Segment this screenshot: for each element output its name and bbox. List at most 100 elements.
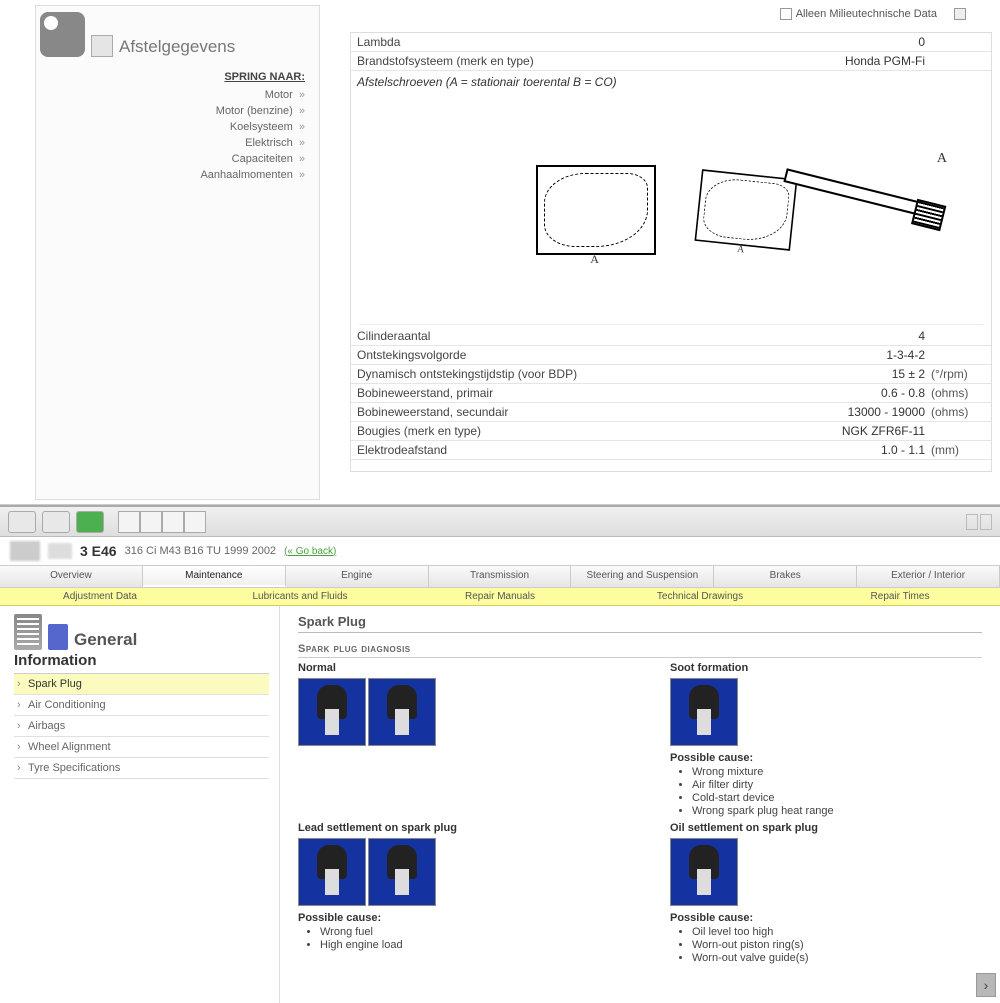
- info-item[interactable]: Spark Plug: [14, 674, 269, 695]
- jump-nav-item[interactable]: Motor (benzine) »: [36, 103, 305, 119]
- diagnosis-subtitle: Lead settlement on spark plug: [298, 822, 610, 834]
- info-item[interactable]: Airbags: [14, 716, 269, 737]
- scroll-down-button[interactable]: ›: [976, 973, 996, 997]
- toolbar-tool-4[interactable]: [184, 511, 206, 533]
- jump-nav-item[interactable]: Elektrisch »: [36, 135, 305, 151]
- spark-plug-image: [368, 678, 436, 746]
- data-label: Dynamisch ontstekingstijdstip (voor BDP): [357, 367, 765, 381]
- go-back-link[interactable]: (« Go back): [284, 546, 336, 557]
- data-unit: (ohms): [925, 405, 985, 419]
- sub-tab[interactable]: Repair Manuals: [400, 588, 600, 605]
- data-label: Ontstekingsvolgorde: [357, 348, 765, 362]
- main-tab[interactable]: Transmission: [429, 566, 572, 587]
- main-tab[interactable]: Maintenance: [143, 566, 286, 587]
- data-unit: [925, 54, 985, 68]
- data-label: Elektrodeafstand: [357, 443, 765, 457]
- cause-item: Cold-start device: [692, 792, 982, 804]
- info-item[interactable]: Air Conditioning: [14, 695, 269, 716]
- data-value: Honda PGM-Fi: [765, 54, 925, 68]
- data-unit: [925, 35, 985, 49]
- toolbar-tool-3[interactable]: [162, 511, 184, 533]
- jump-to-header: SPRING NAAR:: [36, 61, 319, 87]
- info-item[interactable]: Tyre Specifications: [14, 758, 269, 779]
- cause-item: Wrong mixture: [692, 766, 982, 778]
- cause-item: Worn-out valve guide(s): [692, 952, 982, 964]
- data-label: Bobineweerstand, primair: [357, 386, 765, 400]
- data-unit: (ohms): [925, 386, 985, 400]
- sub-tab[interactable]: Adjustment Data: [0, 588, 200, 605]
- data-unit: (mm): [925, 443, 985, 457]
- data-value: 0: [765, 35, 925, 49]
- data-unit: [925, 348, 985, 362]
- cause-item: Wrong fuel: [320, 926, 610, 938]
- content-title: Spark Plug: [298, 614, 982, 633]
- data-value: 4: [765, 329, 925, 343]
- toolbar-home-button[interactable]: [8, 511, 36, 533]
- sub-tab[interactable]: Technical Drawings: [600, 588, 800, 605]
- brand-logo-icon: [10, 541, 40, 561]
- main-tab[interactable]: Brakes: [714, 566, 857, 587]
- jump-nav-item[interactable]: Motor »: [36, 87, 305, 103]
- data-row: Bougies (merk en type)NGK ZFR6F-11: [351, 422, 991, 441]
- data-row: Elektrodeafstand1.0 - 1.1(mm): [351, 441, 991, 460]
- env-only-checkbox[interactable]: [780, 8, 792, 20]
- main-tab[interactable]: Exterior / Interior: [857, 566, 1000, 587]
- flag-icon: [91, 35, 113, 57]
- cause-header: Possible cause:: [298, 912, 610, 924]
- main-tab[interactable]: Overview: [0, 566, 143, 587]
- information-header: Information: [14, 650, 279, 673]
- spark-plug-image: [670, 678, 738, 746]
- data-label: Lambda: [357, 35, 765, 49]
- data-row: Cilinderaantal4: [351, 327, 991, 346]
- brand-name: [48, 543, 72, 559]
- vehicle-breadcrumb: 3 E46 316 Ci M43 B16 TU 1999 2002 (« Go …: [0, 537, 1000, 565]
- top-sidebar: Afstelgegevens SPRING NAAR: Motor »Motor…: [35, 5, 320, 500]
- diagnosis-grid: NormalSoot formationPossible cause:Wrong…: [298, 662, 982, 965]
- data-row: Brandstofsysteem (merk en type)Honda PGM…: [351, 52, 991, 71]
- vehicle-spec: 316 Ci M43 B16 TU 1999 2002: [125, 545, 276, 557]
- data-row: Bobineweerstand, primair0.6 - 0.8(ohms): [351, 384, 991, 403]
- cause-item: Wrong spark plug heat range: [692, 805, 982, 817]
- jump-nav-list: Motor »Motor (benzine) »Koelsysteem »Ele…: [36, 87, 319, 183]
- data-label: Bougies (merk en type): [357, 424, 765, 438]
- data-row: Ontstekingsvolgorde1-3-4-2: [351, 346, 991, 365]
- toolbar: [0, 507, 1000, 537]
- filter-extra-checkbox[interactable]: [954, 8, 966, 20]
- cause-item: Oil level too high: [692, 926, 982, 938]
- toolbar-battery-button[interactable]: [76, 511, 104, 533]
- cause-header: Possible cause:: [670, 912, 982, 924]
- diagram-sketch-bottom: [694, 169, 797, 251]
- sub-tab[interactable]: Lubricants and Fluids: [200, 588, 400, 605]
- jump-nav-item[interactable]: Koelsysteem »: [36, 119, 305, 135]
- info-item[interactable]: Wheel Alignment: [14, 737, 269, 758]
- diagnosis-section-title: Spark plug diagnosis: [298, 643, 982, 658]
- toolbar-folder-button[interactable]: [42, 511, 70, 533]
- diagnosis-cell: Oil settlement on spark plugPossible cau…: [670, 822, 982, 965]
- main-tab[interactable]: Engine: [286, 566, 429, 587]
- data-label: Brandstofsysteem (merk en type): [357, 54, 765, 68]
- data-value: NGK ZFR6F-11: [765, 424, 925, 438]
- data-row: Dynamisch ontstekingstijdstip (voor BDP)…: [351, 365, 991, 384]
- data-row: Lambda0: [351, 33, 991, 52]
- main-tab[interactable]: Steering and Suspension: [571, 566, 714, 587]
- cause-list: Wrong mixtureAir filter dirtyCold-start …: [670, 766, 982, 817]
- top-main: Alleen Milieutechnische Data Lambda0Bran…: [330, 0, 1000, 505]
- document-icon: [14, 614, 42, 650]
- toolbar-tool-2[interactable]: [140, 511, 162, 533]
- diagram-caption: Afstelschroeven (A = stationair toerenta…: [351, 71, 991, 93]
- sub-tab[interactable]: Repair Times: [800, 588, 1000, 605]
- data-value: 15 ± 2: [765, 367, 925, 381]
- toolbar-tool-group: [118, 511, 206, 533]
- general-title: General: [74, 630, 137, 650]
- data-value: 13000 - 19000: [765, 405, 925, 419]
- jump-nav-item[interactable]: Capaciteiten »: [36, 151, 305, 167]
- fullscreen-toggle[interactable]: [966, 514, 992, 530]
- toolbar-tool-1[interactable]: [118, 511, 140, 533]
- diagram-sketch-left: [536, 165, 656, 255]
- data-unit: [925, 424, 985, 438]
- bottom-sidebar: General Information Spark PlugAir Condit…: [0, 606, 280, 1003]
- cause-item: Air filter dirty: [692, 779, 982, 791]
- env-only-label: Alleen Milieutechnische Data: [796, 8, 937, 20]
- jump-nav-item[interactable]: Aanhaalmomenten »: [36, 167, 305, 183]
- data-panel: Lambda0Brandstofsysteem (merk en type)Ho…: [350, 32, 992, 472]
